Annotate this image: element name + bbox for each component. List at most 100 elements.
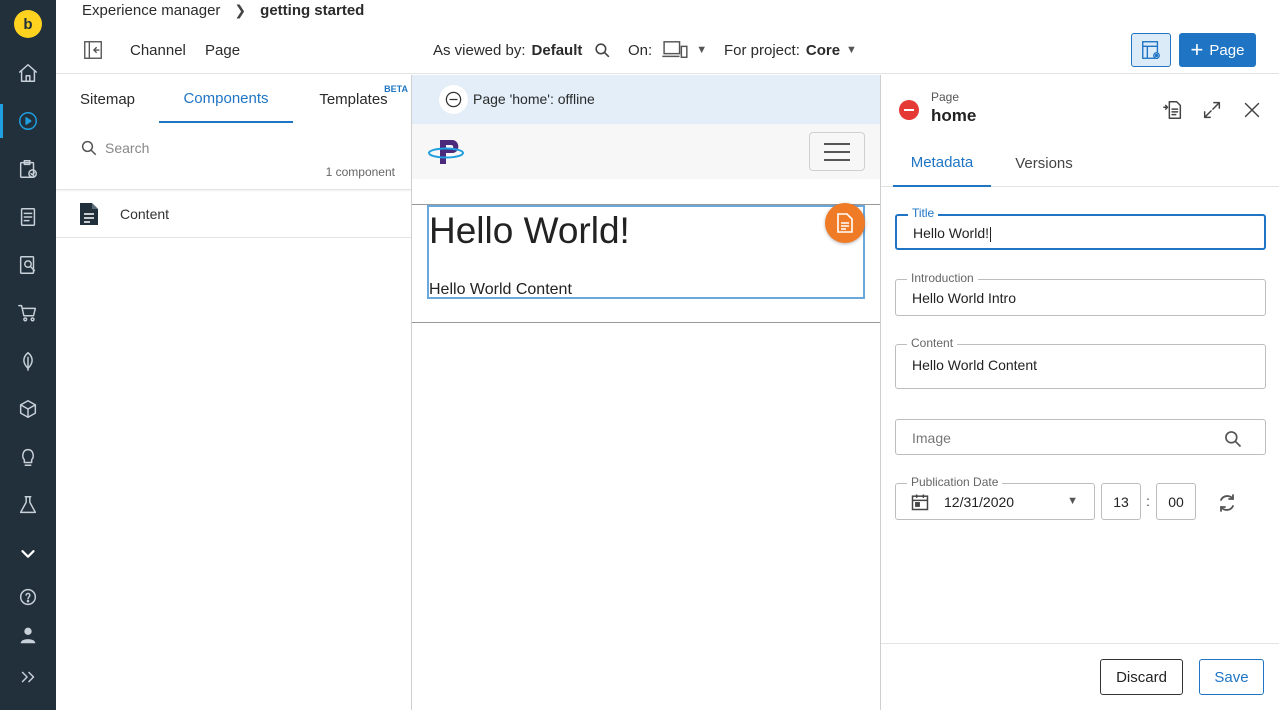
- home-icon: [19, 64, 37, 82]
- chevron-right-icon: ❯: [234, 1, 247, 18]
- introduction-label: Introduction: [907, 271, 978, 285]
- device-selector[interactable]: On: ▼: [628, 26, 707, 74]
- nav-user[interactable]: [0, 618, 56, 652]
- viewed-by-value: Default: [531, 41, 583, 59]
- close-icon: [1244, 102, 1260, 118]
- search-icon: [595, 42, 610, 57]
- component-name: Content: [120, 206, 170, 222]
- document-search-icon: [19, 256, 36, 274]
- nav-more[interactable]: [0, 536, 56, 570]
- bloomreach-logo-icon: b: [14, 10, 42, 38]
- content-field[interactable]: Content Hello World Content: [895, 336, 1266, 389]
- search-icon[interactable]: [1223, 429, 1243, 449]
- tab-templates[interactable]: Templates BETA: [296, 75, 411, 123]
- offline-status-icon[interactable]: [439, 85, 468, 114]
- discard-button[interactable]: Discard: [1100, 659, 1183, 695]
- left-panel: Sitemap Components Templates BETA Search…: [56, 75, 411, 710]
- channel-menu[interactable]: Channel: [130, 26, 186, 74]
- nav-experience-manager[interactable]: [0, 104, 56, 138]
- move-page-button[interactable]: [1160, 97, 1186, 123]
- viewed-by-selector[interactable]: As viewed by: Default: [433, 26, 612, 74]
- nav-rail: b: [0, 0, 56, 710]
- nav-insights[interactable]: [0, 440, 56, 474]
- tab-sitemap[interactable]: Sitemap: [56, 75, 159, 123]
- calendar-icon[interactable]: [910, 492, 930, 512]
- component-search[interactable]: Search 1 component: [56, 123, 411, 190]
- nav-expand[interactable]: [0, 660, 56, 694]
- image-input[interactable]: Image: [912, 430, 951, 446]
- component-item-content[interactable]: Content: [56, 190, 411, 238]
- beta-badge: BETA: [384, 84, 408, 94]
- document-list-icon: [20, 208, 36, 226]
- cube-icon: [19, 400, 37, 418]
- preview-toggle-button[interactable]: [1131, 33, 1171, 67]
- tab-metadata[interactable]: Metadata: [893, 139, 991, 187]
- publication-date-label: Publication Date: [907, 475, 1003, 489]
- title-field[interactable]: Title Hello World!: [895, 206, 1266, 250]
- component-count: 1 component: [325, 165, 395, 179]
- reset-date-button[interactable]: [1215, 491, 1239, 515]
- edit-content-button[interactable]: [825, 203, 865, 243]
- introduction-input[interactable]: Hello World Intro: [912, 290, 1016, 306]
- nav-content[interactable]: [0, 200, 56, 234]
- add-page-button[interactable]: + Page: [1179, 33, 1256, 67]
- nav-products[interactable]: [0, 392, 56, 426]
- search-input[interactable]: Search: [105, 140, 149, 156]
- content-input[interactable]: Hello World Content: [912, 357, 1037, 373]
- toggle-sidebar-button[interactable]: [82, 26, 106, 74]
- flask-icon: [19, 496, 37, 514]
- maximize-panel-button[interactable]: [1199, 97, 1225, 123]
- project-selector[interactable]: For project: Core ▼: [724, 26, 857, 74]
- nav-home[interactable]: [0, 56, 56, 90]
- breadcrumb: Experience manager ❯ getting started: [82, 0, 364, 20]
- nav-commerce[interactable]: [0, 296, 56, 330]
- selected-component[interactable]: Hello World! Hello World Content: [427, 205, 865, 299]
- breadcrumb-current: getting started: [260, 1, 365, 19]
- panel-type-label: Page: [931, 90, 960, 104]
- caret-down-icon: ▼: [696, 44, 708, 56]
- publication-date-value: 12/31/2020: [944, 494, 1015, 510]
- publication-date-field[interactable]: Publication Date 12/31/2020 ▼: [895, 475, 1095, 520]
- site-logo-icon[interactable]: [428, 136, 468, 168]
- introduction-field[interactable]: Introduction Hello World Intro: [895, 271, 1266, 316]
- minute-input[interactable]: 00: [1156, 483, 1196, 520]
- nav-projects[interactable]: [0, 152, 56, 186]
- clipboard-check-icon: [19, 160, 37, 178]
- tab-components[interactable]: Components: [159, 75, 293, 123]
- offline-status-icon: [899, 100, 919, 120]
- panel-page-name: home: [931, 106, 977, 125]
- title-input[interactable]: Hello World!: [913, 225, 991, 242]
- devices-icon: [662, 41, 688, 58]
- caret-down-icon[interactable]: ▼: [1067, 495, 1078, 507]
- leaf-icon: [23, 352, 33, 371]
- preview-layout-icon: [1142, 41, 1160, 59]
- tab-versions[interactable]: Versions: [999, 139, 1089, 187]
- image-field[interactable]: Image: [895, 419, 1266, 455]
- close-panel-button[interactable]: [1239, 97, 1265, 123]
- menu-toggle-button[interactable]: [809, 132, 865, 171]
- page-status-banner: Page 'home': offline: [412, 75, 880, 124]
- refresh-icon: [1220, 494, 1234, 512]
- hour-input[interactable]: 13: [1101, 483, 1141, 520]
- document-move-icon: [1163, 101, 1182, 119]
- tab-templates-label: Templates: [319, 90, 388, 108]
- save-button[interactable]: Save: [1199, 659, 1264, 695]
- nav-content-search[interactable]: [0, 248, 56, 282]
- main-container: Hello World! Hello World Content: [412, 204, 880, 323]
- nav-experiments[interactable]: [0, 488, 56, 522]
- lightbulb-icon: [22, 448, 34, 466]
- page-preview: Page 'home': offline Hello World! Hello …: [411, 75, 881, 710]
- edit-document-icon: [837, 213, 853, 233]
- page-heading: Hello World!: [429, 210, 630, 251]
- title-label: Title: [908, 206, 939, 220]
- caret-down-icon: ▼: [846, 44, 857, 56]
- brand-logo[interactable]: b: [0, 7, 56, 41]
- plus-icon: +: [1190, 37, 1204, 62]
- panel-tabs: Metadata Versions: [881, 139, 1279, 187]
- page-menu[interactable]: Page: [205, 26, 240, 74]
- panel-footer: Discard Save: [881, 643, 1279, 710]
- breadcrumb-root[interactable]: Experience manager: [82, 2, 220, 19]
- nav-help[interactable]: [0, 580, 56, 614]
- nav-seo[interactable]: [0, 344, 56, 378]
- sidebar-collapse-icon: [84, 41, 102, 59]
